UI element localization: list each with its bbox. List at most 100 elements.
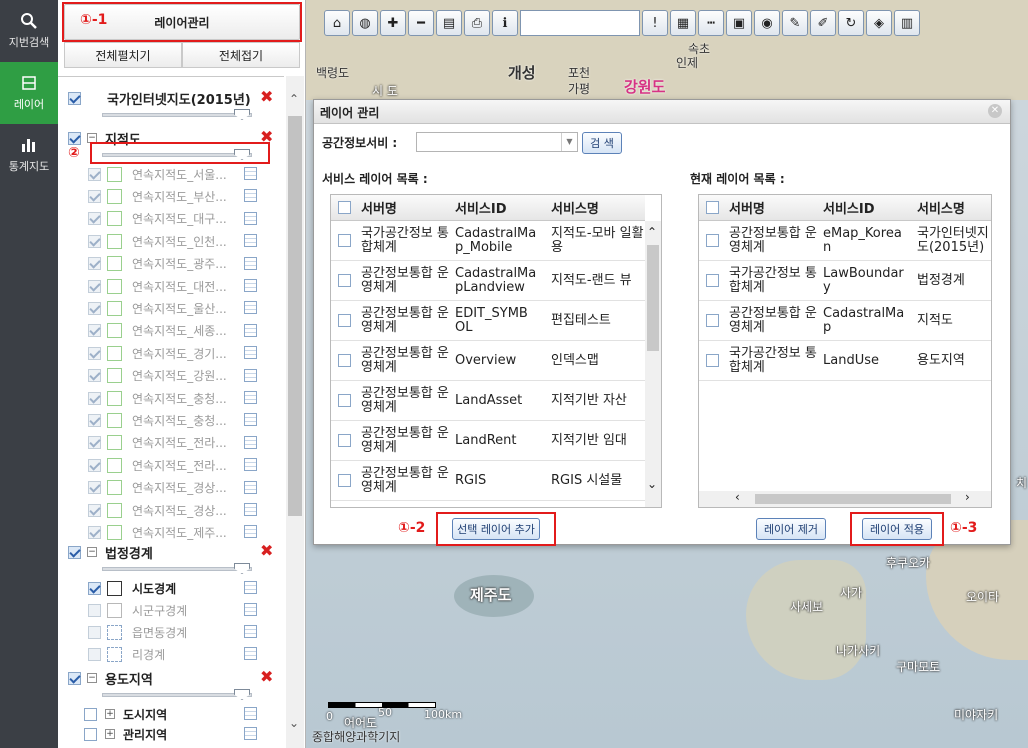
attribute-table-icon[interactable] xyxy=(244,707,257,720)
collapse-icon[interactable]: − xyxy=(87,547,97,557)
remove-layer-icon[interactable]: ✖ xyxy=(260,667,273,686)
row-checkbox[interactable] xyxy=(705,314,719,327)
attribute-table-icon[interactable] xyxy=(244,435,257,449)
layer-checkbox[interactable] xyxy=(88,234,101,248)
remove-layer-button[interactable]: 레이어 제거 xyxy=(756,518,826,540)
layer-checkbox[interactable] xyxy=(88,503,101,517)
layer-checkbox[interactable] xyxy=(88,346,101,360)
group-checkbox[interactable] xyxy=(68,91,81,105)
table-row[interactable]: 국가공간정보 통합체계 LandUse 용도지역 xyxy=(699,341,991,381)
zoom-out-icon[interactable]: ━ xyxy=(408,10,434,36)
row-checkbox[interactable] xyxy=(337,314,351,327)
layer-checkbox[interactable] xyxy=(84,707,97,721)
row-checkbox[interactable] xyxy=(337,354,351,367)
attribute-table-icon[interactable] xyxy=(244,525,257,539)
attribute-table-icon[interactable] xyxy=(244,581,257,594)
layer-checkbox[interactable] xyxy=(88,525,101,539)
nav-item-parcel-search[interactable]: 지번검색 xyxy=(0,0,58,62)
layer-tool-icon[interactable]: ◈ xyxy=(866,10,892,36)
opacity-slider-knob[interactable] xyxy=(234,109,250,120)
info-icon[interactable]: ℹ xyxy=(492,10,518,36)
attribute-table-icon[interactable] xyxy=(244,625,257,638)
row-checkbox[interactable] xyxy=(705,274,719,287)
remove-layer-icon[interactable]: ✖ xyxy=(260,127,273,146)
table-row[interactable]: 공간정보통합 운영체계 LandAsset 지적기반 자산 xyxy=(331,381,645,421)
chevron-down-icon[interactable]: ▼ xyxy=(561,133,577,151)
row-checkbox[interactable] xyxy=(337,274,351,287)
layer-checkbox[interactable] xyxy=(88,189,101,203)
layer-checkbox[interactable] xyxy=(88,458,101,472)
layer-checkbox[interactable] xyxy=(88,481,101,495)
add-selected-layer-button[interactable]: 선택 레이어 추가 xyxy=(452,518,540,540)
opacity-slider-knob[interactable] xyxy=(234,563,250,574)
layer-checkbox[interactable] xyxy=(84,727,97,741)
attribute-table-icon[interactable] xyxy=(244,503,257,516)
layer-checkbox[interactable] xyxy=(88,257,101,271)
attribute-table-icon[interactable] xyxy=(244,346,257,360)
globe-icon[interactable]: ◍ xyxy=(352,10,378,36)
nav-item-stat-map[interactable]: 통계지도 xyxy=(0,124,58,186)
row-checkbox[interactable] xyxy=(337,234,351,247)
group-checkbox[interactable] xyxy=(68,671,81,685)
toolbar-input[interactable] xyxy=(520,10,640,36)
nav-item-layer[interactable]: 레이어 xyxy=(0,62,58,124)
table-row[interactable]: 공간정보통합 운영체계 LandRent 지적기반 임대 xyxy=(331,421,645,461)
scroll-up-icon[interactable]: ⌃ xyxy=(647,225,657,239)
opacity-slider-knob[interactable] xyxy=(234,149,250,160)
table-row[interactable]: 공간정보통합 운영체계 RGIS RGIS 시설물 xyxy=(331,461,645,501)
grid-icon[interactable]: ▦ xyxy=(670,10,696,36)
layer-checkbox[interactable] xyxy=(88,279,101,293)
collapse-icon[interactable]: − xyxy=(87,673,97,683)
refresh-icon[interactable]: ↻ xyxy=(838,10,864,36)
layer-checkbox[interactable] xyxy=(88,581,101,595)
expand-icon[interactable]: + xyxy=(105,729,115,739)
panel-scrollbar-thumb[interactable] xyxy=(288,116,302,516)
remove-layer-icon[interactable]: ✖ xyxy=(260,541,273,560)
table-row[interactable]: 공간정보통합 운영체계 CadastralMa p 지적도 xyxy=(699,301,991,341)
attribute-table-icon[interactable] xyxy=(244,727,257,740)
attribute-table-icon[interactable] xyxy=(244,234,257,248)
table-row[interactable]: 국가공간정보 통합체계 CadastralMa p_Mobile 지적도-모바 일활… xyxy=(331,221,645,261)
panel-scrollbar[interactable]: ⌃ ⌄ xyxy=(286,76,304,748)
alert-icon[interactable]: ! xyxy=(642,10,668,36)
zoom-in-icon[interactable]: ✚ xyxy=(380,10,406,36)
select-all-checkbox[interactable] xyxy=(337,201,351,214)
server-select[interactable]: ▼ xyxy=(416,132,578,152)
opacity-slider[interactable] xyxy=(102,693,252,697)
collapse-all-button[interactable]: 전체접기 xyxy=(182,42,300,68)
attribute-table-icon[interactable] xyxy=(244,647,257,660)
search-button[interactable]: 검 색 xyxy=(582,132,622,154)
draw-icon[interactable]: ✎ xyxy=(782,10,808,36)
table-row[interactable]: 공간정보통합 운영체계 CadastralMa pLandview 지적도-랜드 뷰 xyxy=(331,261,645,301)
row-checkbox[interactable] xyxy=(705,354,719,367)
layer-checkbox[interactable] xyxy=(88,391,101,405)
table-row[interactable]: 국가공간정보 통합체계 LawBoundar y 법정경계 xyxy=(699,261,991,301)
layer-checkbox[interactable] xyxy=(88,324,101,338)
row-checkbox[interactable] xyxy=(337,474,351,487)
layer-checkbox[interactable] xyxy=(88,212,101,226)
collapse-icon[interactable]: − xyxy=(87,133,97,143)
edit-icon[interactable]: ✐ xyxy=(810,10,836,36)
expand-all-button[interactable]: 전체펼치기 xyxy=(64,42,182,68)
layer-checkbox[interactable] xyxy=(88,436,101,450)
scroll-down-icon[interactable]: ⌄ xyxy=(647,477,657,491)
attribute-table-icon[interactable] xyxy=(244,301,257,315)
opacity-slider[interactable] xyxy=(102,567,252,571)
close-icon[interactable]: ✕ xyxy=(988,104,1002,118)
print-icon[interactable]: ⎙ xyxy=(464,10,490,36)
layer-checkbox[interactable] xyxy=(88,647,101,661)
layer-checkbox[interactable] xyxy=(88,413,101,427)
chart-icon[interactable]: ▥ xyxy=(894,10,920,36)
opacity-slider[interactable] xyxy=(102,113,252,117)
grid-hscroll-thumb[interactable] xyxy=(755,494,951,504)
measure-distance-icon[interactable]: ┅ xyxy=(698,10,724,36)
attribute-table-icon[interactable] xyxy=(244,189,257,203)
apply-layer-button[interactable]: 레이어 적용 xyxy=(862,518,932,540)
attribute-table-icon[interactable] xyxy=(244,458,257,472)
table-row[interactable]: 공간정보통합 운영체계 eMap_Korea n 국가인터넷지 도(2015년) xyxy=(699,221,991,261)
scroll-right-icon[interactable]: › xyxy=(965,490,970,504)
expand-icon[interactable]: + xyxy=(105,709,115,719)
attribute-table-icon[interactable] xyxy=(244,368,257,382)
group-checkbox[interactable] xyxy=(68,131,81,145)
save-icon[interactable]: ▤ xyxy=(436,10,462,36)
